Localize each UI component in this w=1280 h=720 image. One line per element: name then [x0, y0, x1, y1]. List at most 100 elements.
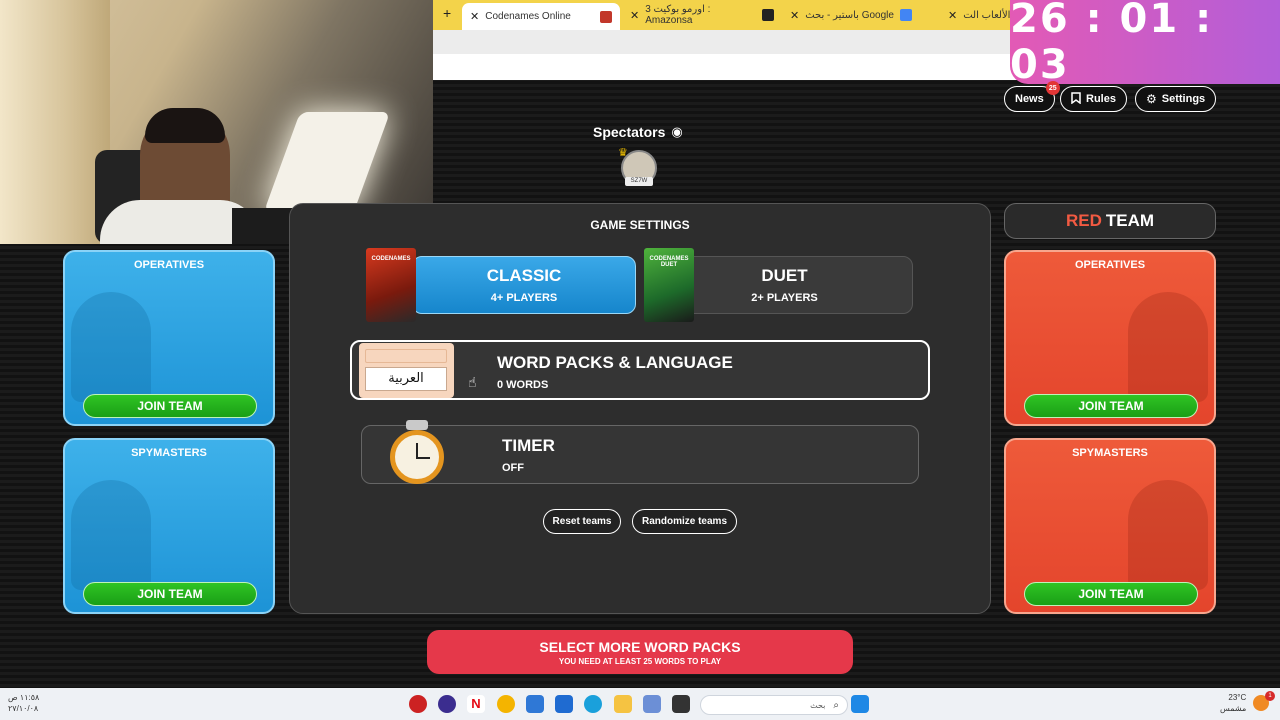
cta-subtitle: YOU NEED AT LEAST 25 WORDS TO PLAY	[558, 656, 722, 666]
file-explorer-icon[interactable]	[614, 695, 632, 713]
weather-desc: مشمس	[1220, 704, 1247, 713]
join-red-spymasters-button[interactable]: JOIN TEAM	[1024, 582, 1198, 606]
reset-teams-button[interactable]: Reset teams	[543, 509, 621, 534]
app-icon[interactable]	[409, 695, 427, 713]
rules-label: Rules	[1086, 93, 1116, 105]
mode-name: DUET	[761, 266, 808, 285]
red-spymasters-panel: SPYMASTERS JOIN TEAM	[1004, 438, 1216, 614]
webcam-person-hair	[145, 108, 225, 143]
google-favicon-icon	[899, 9, 912, 21]
tab-label: اورمو بوكيت 3 : Amazonsa	[645, 4, 711, 26]
stopwatch-icon	[390, 430, 444, 484]
store-icon[interactable]	[555, 695, 573, 713]
agent-illustration	[71, 480, 151, 590]
stream-timer: 26 : 01 : 03	[1010, 0, 1280, 88]
news-button[interactable]: News 25	[1004, 81, 1060, 112]
red-team-label-red: RED	[1065, 211, 1102, 230]
join-blue-spymasters-button[interactable]: JOIN TEAM	[83, 582, 257, 606]
windows-start-icon[interactable]	[851, 695, 869, 713]
crown-icon: ♛	[618, 147, 628, 159]
codenames-duet-box-image: CODENAMES DUET	[644, 248, 694, 322]
close-tab-icon[interactable]: ✕	[630, 9, 639, 22]
gear-icon: ⚙	[1146, 92, 1157, 106]
new-tab-button[interactable]: +	[443, 5, 451, 21]
spectator-name: SZ7W	[625, 177, 653, 186]
outlook-icon[interactable]	[526, 695, 544, 713]
language-card[interactable]: العربية	[359, 343, 454, 398]
close-tab-icon[interactable]: ✕	[470, 10, 479, 23]
cta-title: SELECT MORE WORD PACKS	[539, 638, 741, 655]
word-count: 0 WORDS	[497, 379, 549, 391]
game-settings-title: GAME SETTINGS	[590, 218, 690, 232]
randomize-teams-button[interactable]: Randomize teams	[632, 509, 737, 534]
agent-illustration	[1128, 292, 1208, 402]
panel-title: OPERATIVES	[1074, 259, 1146, 271]
tab-label: Codenames Online	[485, 11, 571, 22]
eye-icon: ◉	[671, 124, 683, 139]
box-label: CODENAMES DUET	[649, 256, 689, 268]
taskbar-search[interactable]: بحث ⌕	[700, 695, 848, 715]
join-blue-operatives-button[interactable]: JOIN TEAM	[83, 394, 257, 418]
rules-button[interactable]: Rules	[1060, 86, 1127, 112]
select-word-packs-button[interactable]: SELECT MORE WORD PACKS YOU NEED AT LEAST…	[427, 630, 853, 674]
taskbar-clock[interactable]: ١١:٥٨ ص ٢٧/١٠/٠٨	[8, 692, 39, 714]
stopwatch-knob	[406, 420, 428, 430]
close-tab-icon[interactable]: ✕	[948, 9, 957, 22]
webcam-lamp	[263, 112, 391, 212]
clock-time: ١١:٥٨ ص	[8, 693, 40, 702]
mode-players: 4+ PLAYERS	[490, 292, 558, 304]
tab-games-list[interactable]: ✕ قائمة الألعاب الت	[940, 3, 1012, 27]
tab-label: قائمة الألعاب الت	[963, 9, 1012, 21]
task-view-icon[interactable]	[672, 695, 690, 713]
stream-timer-value: 26 : 01 : 03	[1010, 0, 1214, 88]
agent-illustration	[1128, 480, 1208, 590]
tab-codenames[interactable]: ✕ Codenames Online	[462, 3, 620, 30]
edge-icon[interactable]	[584, 695, 602, 713]
taskbar-weather[interactable]: 23°C مشمس	[1220, 692, 1246, 714]
timer-title: TIMER	[502, 436, 555, 455]
stopwatch-hand	[417, 457, 430, 459]
agent-illustration	[71, 292, 151, 402]
blue-operatives-panel: OPERATIVES JOIN TEAM	[63, 250, 275, 426]
timer-state: OFF	[502, 462, 524, 474]
language-label: العربية	[365, 367, 447, 391]
webcam-curtain	[0, 0, 110, 244]
amazon-favicon-icon	[762, 9, 774, 21]
news-badge: 25	[1045, 81, 1060, 95]
chrome-icon[interactable]	[497, 695, 515, 713]
obs-icon[interactable]	[438, 695, 456, 713]
spectators-heading: Spectators ◉	[593, 124, 683, 140]
blue-spymasters-panel: SPYMASTERS JOIN TEAM	[63, 438, 275, 614]
panel-title: SPYMASTERS	[131, 447, 207, 459]
codenames-box-image: CODENAMES	[366, 248, 416, 322]
mode-name: CLASSIC	[486, 266, 562, 285]
tab-amazon[interactable]: ✕ اورمو بوكيت 3 : Amazonsa	[622, 3, 782, 27]
box-label: CODENAMES	[371, 256, 411, 262]
search-placeholder: بحث	[810, 700, 826, 710]
windows-taskbar	[0, 688, 1280, 720]
close-tab-icon[interactable]: ✕	[790, 9, 799, 22]
settings-label: Settings	[1161, 93, 1206, 105]
codenames-favicon-icon	[600, 10, 612, 23]
word-packs-title: WORD PACKS & LANGUAGE	[497, 353, 733, 372]
weather-temp: 23°C	[1228, 693, 1247, 702]
search-icon: ⌕	[833, 699, 839, 711]
bookmark-icon	[1071, 91, 1081, 107]
spectators-label: Spectators	[593, 124, 666, 140]
red-team-label-team: TEAM	[1105, 211, 1155, 230]
panel-title: OPERATIVES	[133, 259, 205, 271]
timer-option[interactable]: TIMER OFF	[361, 425, 919, 484]
notification-badge: 1	[1265, 691, 1275, 701]
mode-players: 2+ PLAYERS	[751, 292, 818, 304]
copilot-icon[interactable]	[643, 695, 661, 713]
netflix-icon[interactable]: N	[467, 695, 485, 713]
red-operatives-panel: OPERATIVES JOIN TEAM	[1004, 250, 1216, 426]
join-red-operatives-button[interactable]: JOIN TEAM	[1024, 394, 1198, 418]
panel-title: SPYMASTERS	[1072, 447, 1148, 459]
settings-button[interactable]: ⚙ Settings	[1135, 86, 1217, 112]
duet-mode-option[interactable]: DUET 2+ PLAYERS	[656, 256, 913, 314]
tab-google[interactable]: ✕ باستير - بحث Google	[782, 3, 938, 27]
classic-mode-option[interactable]: CLASSIC 4+ PLAYERS	[412, 256, 636, 314]
tab-label: باستير - بحث Google	[805, 9, 894, 21]
clock-date: ٢٧/١٠/٠٨	[8, 704, 39, 713]
